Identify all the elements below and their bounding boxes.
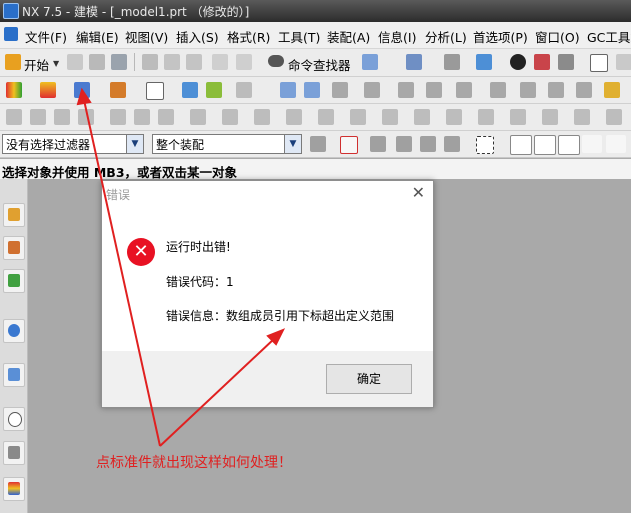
arrow-to-error-message — [159, 337, 276, 447]
annotation-text: 点标准件就出现这样如何处理！ — [96, 455, 292, 471]
arrowhead — [76, 87, 92, 106]
arrow-to-standard-part — [83, 99, 161, 447]
annotation-arrows — [76, 87, 286, 447]
